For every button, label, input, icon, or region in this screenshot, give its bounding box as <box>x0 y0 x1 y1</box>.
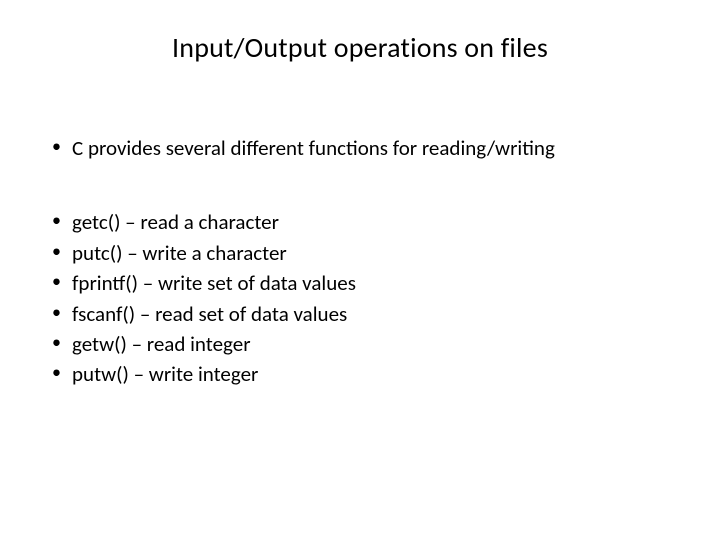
slide-title: Input/Output operations on files <box>50 30 670 65</box>
list-item: fscanf() – read set of data values <box>50 299 670 329</box>
intro-list: C provides several different functions f… <box>50 135 670 162</box>
function-list: getc() – read a character putc() – write… <box>50 207 670 390</box>
list-item: putc() – write a character <box>50 238 670 268</box>
list-item: getc() – read a character <box>50 207 670 237</box>
list-item: fprintf() – write set of data values <box>50 268 670 298</box>
list-item: putw() – write integer <box>50 359 670 389</box>
intro-item: C provides several different functions f… <box>50 135 670 162</box>
list-item: getw() – read integer <box>50 329 670 359</box>
